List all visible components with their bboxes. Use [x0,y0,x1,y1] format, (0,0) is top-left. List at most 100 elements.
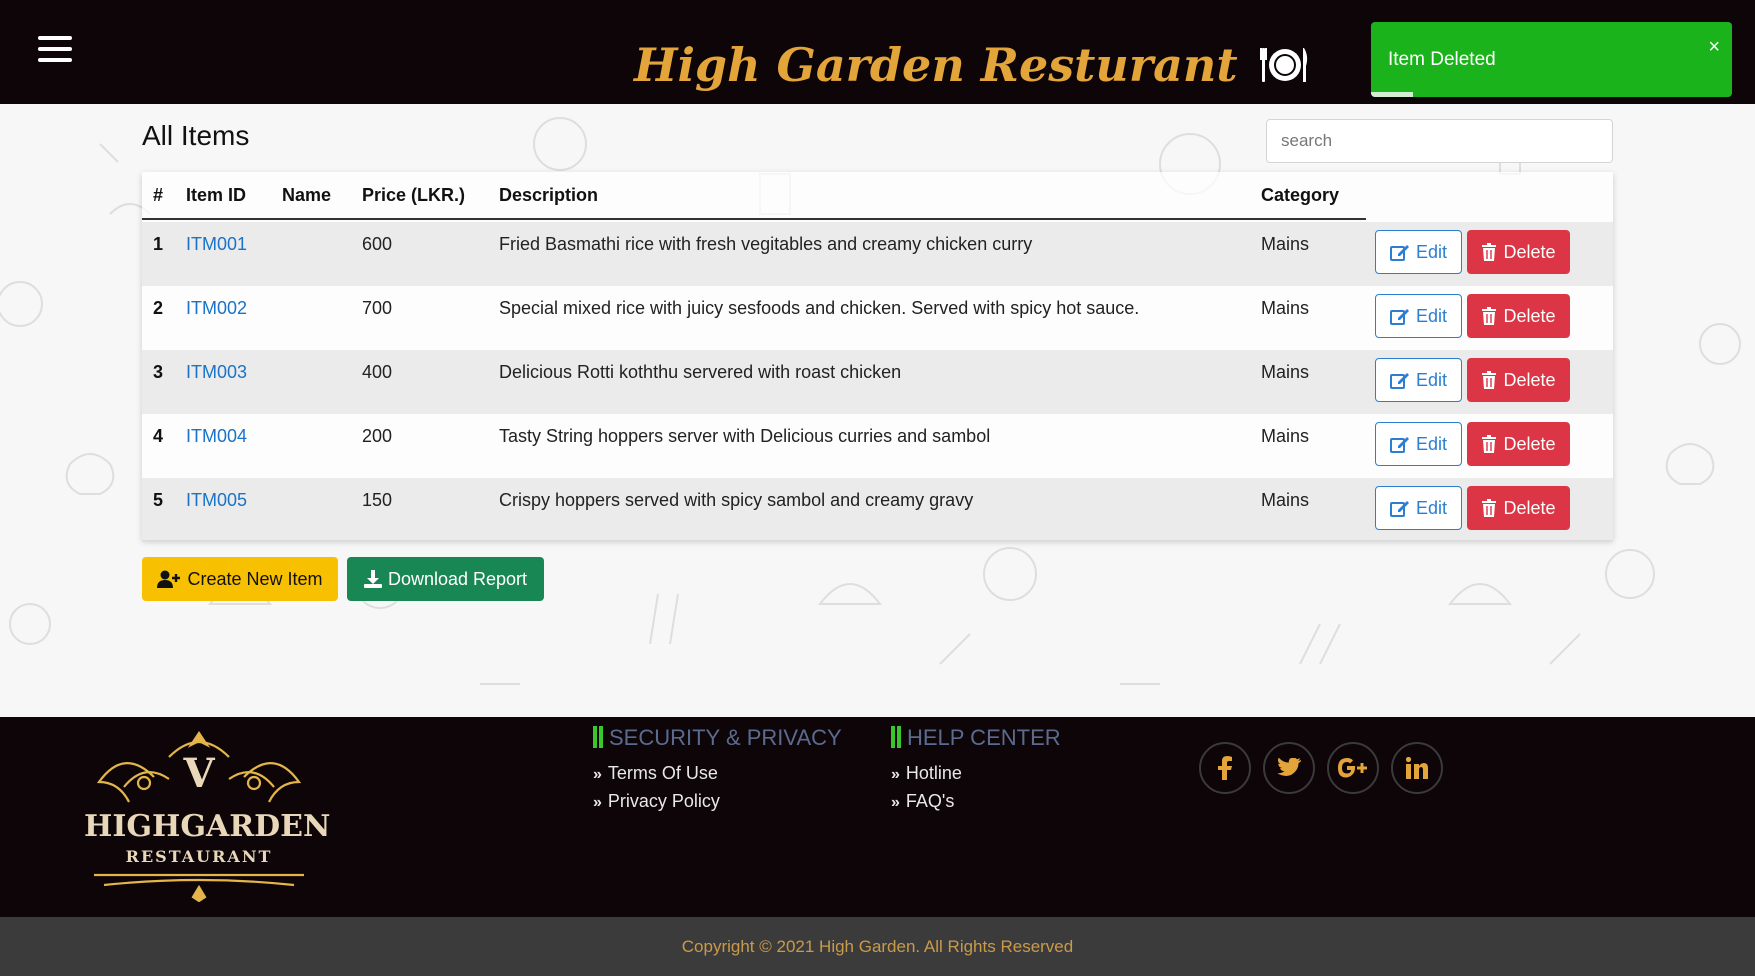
delete-button[interactable]: Delete [1467,422,1570,466]
double-chevron-right-icon: » [891,794,900,811]
page-title: All Items [142,120,250,151]
report-label: Download Report [387,568,528,589]
privacy-policy-link[interactable]: » Privacy Policy [593,791,720,812]
security-heading-label: SECURITY & PRIVACY [609,725,842,750]
item-category: Mains [1261,362,1310,382]
logo-text-line1: HIGHGARDEN [84,809,331,844]
create-new-item-button[interactable]: Create New Item [142,557,338,601]
security-privacy-heading: SECURITY & PRIVACY [593,725,842,751]
help-heading-label: HELP CENTER [907,725,1061,750]
item-description: Special mixed rice with juicy sesfoods a… [499,298,1140,318]
toast-notification: Item Deleted × [1371,22,1732,97]
download-report-button[interactable]: Download Report [347,557,544,601]
logo-letter: V [182,750,215,797]
edit-icon [1389,501,1409,517]
toast-progress-bar [1371,92,1413,97]
delete-label: Delete [1503,369,1556,390]
edit-icon [1389,245,1409,261]
row-number: 3 [153,362,164,382]
item-id-link[interactable]: ITM001 [186,234,247,255]
footer: V HIGHGARDEN RESTAURANT SECURITY & PRIVA… [0,717,1755,917]
delete-button[interactable]: Delete [1467,294,1570,338]
trash-icon [1482,435,1497,453]
column-header-description: Description [499,185,599,205]
delete-label: Delete [1503,305,1556,326]
delete-button[interactable]: Delete [1467,486,1570,530]
delete-label: Delete [1503,241,1556,262]
edit-button[interactable]: Edit [1375,486,1462,530]
copyright-text: Copyright © 2021 High Garden. All Rights… [0,917,1755,976]
twitter-icon[interactable] [1263,742,1315,794]
item-id-link[interactable]: ITM005 [186,490,247,511]
delete-label: Delete [1503,497,1556,518]
brand[interactable]: High Garden Resturant [634,30,1310,100]
help-center-heading: HELP CENTER [891,725,1061,751]
column-header-item-id: Item ID [186,185,247,205]
faqs-label: FAQ's [905,791,955,811]
item-description: Fried Basmathi rice with fresh vegitable… [499,234,1033,254]
table-header: # Item ID Name Price (LKR.) Description … [142,172,1366,220]
google-plus-icon[interactable] [1327,742,1379,794]
delete-button[interactable]: Delete [1467,230,1570,274]
trash-icon [1482,371,1497,389]
linkedin-icon[interactable] [1391,742,1443,794]
edit-button[interactable]: Edit [1375,358,1462,402]
item-category: Mains [1261,490,1310,510]
edit-icon [1389,437,1409,453]
edit-button[interactable]: Edit [1375,294,1462,338]
row-number: 5 [153,490,164,510]
table-row: 2 ITM002 700 Special mixed rice with jui… [142,286,1613,350]
edit-button[interactable]: Edit [1375,422,1462,466]
close-icon[interactable]: × [1708,36,1720,59]
edit-label: Edit [1415,369,1448,390]
item-category: Mains [1261,298,1310,318]
item-description: Tasty String hoppers server with Delicio… [499,426,991,446]
column-header-number: # [153,185,164,205]
item-price: 600 [362,234,393,254]
item-description: Crispy hoppers served with spicy sambol … [499,490,974,510]
delete-button[interactable]: Delete [1467,358,1570,402]
main-content: All Items # Item ID Name Price (LKR.) De… [0,104,1755,717]
plate-cutlery-icon [1259,48,1307,82]
item-id-link[interactable]: ITM004 [186,426,247,447]
terms-label: Terms Of Use [607,763,718,783]
download-icon [363,570,382,588]
item-id-link[interactable]: ITM003 [186,362,247,383]
hotline-link[interactable]: » Hotline [891,763,962,784]
item-id-link[interactable]: ITM002 [186,298,247,319]
edit-label: Edit [1415,433,1448,454]
restaurant-logo: V HIGHGARDEN RESTAURANT [84,727,331,903]
edit-button[interactable]: Edit [1375,230,1462,274]
facebook-icon[interactable] [1199,742,1251,794]
edit-label: Edit [1415,305,1448,326]
search-input[interactable] [1266,119,1613,163]
edit-label: Edit [1415,497,1448,518]
item-price: 150 [362,490,393,510]
table-row: 4 ITM004 200 Tasty String hoppers server… [142,414,1613,478]
item-category: Mains [1261,426,1310,446]
table-row: 5 ITM005 150 Crispy hoppers served with … [142,478,1613,542]
item-price: 400 [362,362,393,382]
toast-message: Item Deleted [1388,49,1496,70]
column-header-price: Price (LKR.) [362,185,466,205]
column-header-name: Name [282,185,332,205]
row-number: 2 [153,298,164,318]
double-chevron-right-icon: » [891,766,900,783]
trash-icon [1482,243,1497,261]
items-table: # Item ID Name Price (LKR.) Description … [142,172,1613,542]
trash-icon [1482,307,1497,325]
hotline-label: Hotline [905,763,962,783]
edit-icon [1389,373,1409,389]
item-price: 200 [362,426,393,446]
faqs-link[interactable]: » FAQ's [891,791,954,812]
trash-icon [1482,499,1497,517]
item-category: Mains [1261,234,1310,254]
row-number: 1 [153,234,164,254]
logo-text-line2: RESTAURANT [125,847,273,866]
edit-label: Edit [1415,241,1448,262]
hamburger-menu-icon[interactable] [38,36,72,66]
double-chevron-right-icon: » [593,766,602,783]
terms-of-use-link[interactable]: » Terms Of Use [593,763,718,784]
item-price: 700 [362,298,393,318]
row-number: 4 [153,426,164,446]
